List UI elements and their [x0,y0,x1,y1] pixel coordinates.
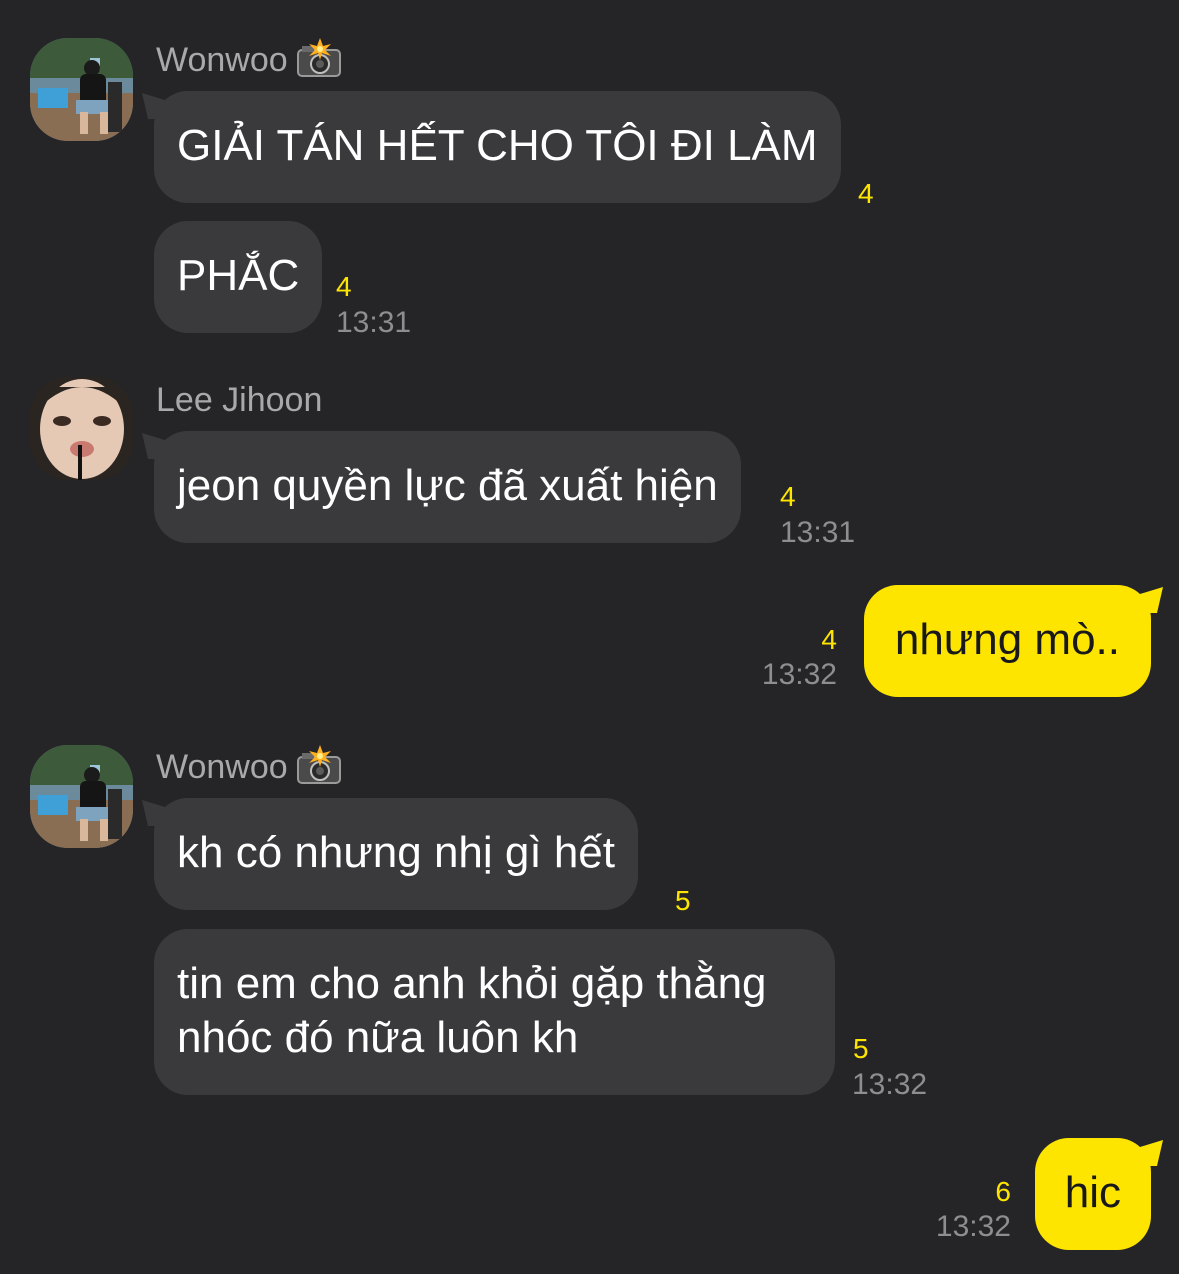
unread-count: 4 [821,624,837,655]
message-bubble[interactable]: tin em cho anh khỏi gặp thằng nhóc đó nữ… [154,929,835,1095]
unread-count: 4 [336,271,352,302]
message-text: hic [1064,1168,1121,1217]
sender-name-text: Wonwoo [156,41,288,79]
camera-flash-icon [296,38,342,78]
message-bubble-outgoing[interactable]: nhưng mò.. [863,585,1151,697]
camera-flash-icon [296,745,342,785]
avatar-jihoon[interactable] [30,377,133,480]
avatar-wonwoo[interactable] [30,38,133,141]
message-bubble[interactable]: jeon quyền lực đã xuất hiện [154,431,741,543]
avatar-photo-icon [30,745,133,848]
message-text: jeon quyền lực đã xuất hiện [177,461,718,510]
message-text: nhưng mò.. [894,615,1120,664]
message-text: kh có nhưng nhị gì hết [177,828,615,877]
chat-view: Wonwoo GIẢI TÁN HẾT CHO TÔI ĐI LÀM 4 PHẮ… [0,0,1179,1274]
unread-count: 5 [853,1033,869,1064]
sender-name: Wonwoo [156,38,342,82]
sender-name: Lee Jihoon [156,380,322,420]
timestamp: 13:32 [852,1068,928,1101]
timestamp: 13:31 [336,306,412,339]
message-text-line: tin em cho anh khỏi gặp thằng [177,959,767,1008]
unread-count: 6 [995,1176,1011,1207]
unread-count: 4 [858,178,874,209]
avatar-wonwoo[interactable] [30,745,133,848]
avatar-photo-icon [30,377,133,480]
sender-name-text: Lee Jihoon [156,381,323,419]
timestamp: 13:31 [780,516,856,549]
message-bubble[interactable]: GIẢI TÁN HẾT CHO TÔI ĐI LÀM [154,91,841,203]
message-bubble[interactable]: kh có nhưng nhị gì hết [154,798,638,910]
unread-count: 4 [780,481,796,512]
avatar-photo-icon [30,38,133,141]
timestamp: 13:32 [935,1210,1011,1243]
timestamp: 13:32 [761,658,837,691]
message-text: GIẢI TÁN HẾT CHO TÔI ĐI LÀM [177,121,818,170]
message-text-line: nhóc đó nữa luôn kh [177,1013,579,1062]
sender-name-text: Wonwoo [156,748,288,786]
message-bubble-outgoing[interactable]: hic [1034,1138,1151,1250]
sender-name: Wonwoo [156,745,342,789]
message-bubble[interactable]: PHẮC [154,221,323,333]
unread-count: 5 [675,885,691,916]
message-text: PHẮC [177,251,300,300]
